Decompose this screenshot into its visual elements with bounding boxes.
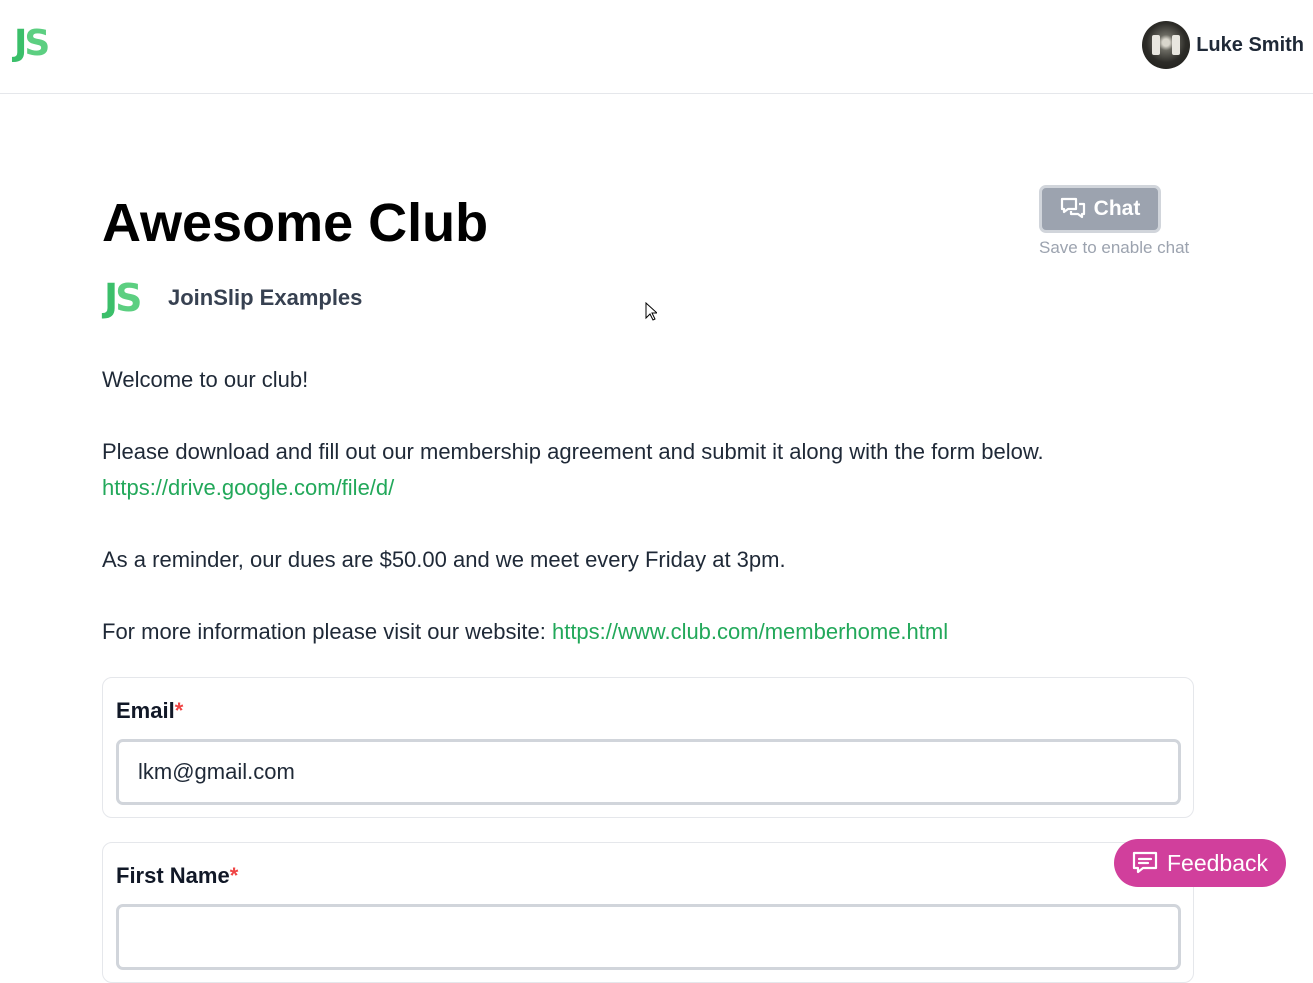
website-link[interactable]: https://www.club.com/memberhome.html: [552, 619, 948, 644]
required-mark: *: [229, 863, 239, 888]
organization: JS JoinSlip Examples: [104, 276, 362, 320]
agreement-link[interactable]: https://drive.google.com/file/d/: [102, 475, 394, 500]
email-input[interactable]: [116, 739, 1181, 805]
club-description: Welcome to our club! Please download and…: [102, 362, 1197, 650]
first-name-label: First Name*: [116, 863, 239, 888]
org-name: JoinSlip Examples: [168, 285, 363, 310]
chat-section: Chat Save to enable chat: [1039, 185, 1199, 258]
first-name-input[interactable]: [116, 904, 1181, 970]
more-info-text: For more information please visit our we…: [102, 619, 552, 644]
message-icon: [1132, 851, 1158, 874]
logo-letter-s: S: [24, 23, 50, 64]
org-logo: JS: [104, 276, 152, 320]
required-mark: *: [174, 698, 184, 723]
email-label: Email*: [116, 698, 184, 723]
org-logo-letter-s: S: [115, 276, 142, 320]
chat-label: Chat: [1093, 197, 1141, 220]
top-bar: JS Luke Smith: [0, 0, 1313, 94]
avatar[interactable]: [1142, 21, 1191, 69]
org-logo-letter-j: J: [104, 276, 118, 320]
reminder-text: As a reminder, our dues are $50.00 and w…: [102, 547, 786, 572]
joinslip-logo[interactable]: JS: [14, 23, 50, 64]
chat-bubbles-icon: [1060, 197, 1085, 219]
user-menu[interactable]: Luke Smith: [1142, 21, 1304, 69]
download-text: Please download and fill out our members…: [102, 439, 1044, 464]
page-title: Awesome Club: [102, 193, 489, 253]
feedback-button[interactable]: Feedback: [1114, 839, 1286, 887]
user-name: Luke Smith: [1196, 33, 1304, 56]
chat-hint: Save to enable chat: [1039, 238, 1190, 257]
first-name-field-card: First Name*: [102, 842, 1194, 983]
chat-button[interactable]: Chat: [1039, 185, 1161, 233]
feedback-label: Feedback: [1166, 849, 1268, 876]
welcome-text: Welcome to our club!: [102, 367, 309, 392]
logo-letter-j: J: [14, 23, 28, 64]
mouse-cursor-icon: [645, 302, 657, 321]
email-field-card: Email*: [102, 677, 1194, 818]
